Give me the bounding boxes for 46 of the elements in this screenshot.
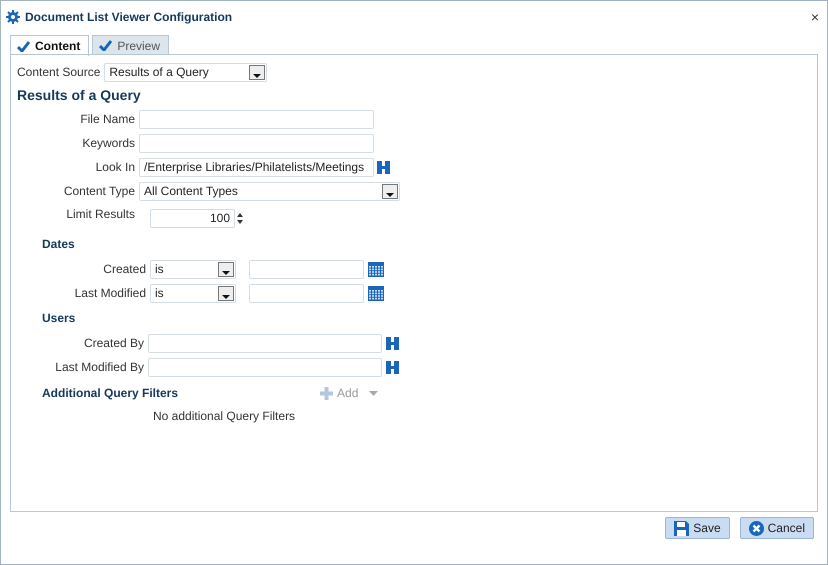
- text-field[interactable]: [139, 134, 374, 152]
- binoculars-icon: [385, 360, 400, 374]
- gear-icon: [6, 10, 21, 24]
- field-label: Last Modified By: [54, 359, 145, 376]
- field-label: Look In: [94, 159, 136, 176]
- field-label: Content Type: [62, 183, 136, 200]
- check-icon: [99, 40, 112, 51]
- text-field[interactable]: /Enterprise Libraries/Philatelists/Meetings: [139, 158, 374, 176]
- binoculars-icon: [376, 160, 391, 174]
- save-button[interactable]: Save: [665, 517, 730, 539]
- number-field[interactable]: 100: [150, 208, 235, 228]
- section-heading: Dates: [41, 236, 76, 253]
- section-title: Results of a Query: [17, 86, 142, 105]
- section-heading: Users: [41, 310, 76, 327]
- field-label: Created By: [82, 335, 145, 352]
- field-label: Created: [102, 261, 147, 278]
- section-heading: Additional Query Filters: [42, 385, 178, 402]
- cancel-button[interactable]: Cancel: [740, 517, 814, 539]
- close-button[interactable]: ×: [810, 10, 819, 24]
- text-field[interactable]: [139, 110, 374, 128]
- content-type-dropdown[interactable]: All Content Types: [139, 182, 400, 200]
- tab[interactable]: Content: [10, 35, 90, 56]
- date-field[interactable]: [249, 284, 364, 302]
- empty-message: No additional Query Filters: [152, 408, 296, 425]
- spinner-down-icon: [236, 218, 244, 224]
- tab[interactable]: Preview: [92, 35, 170, 55]
- text-field[interactable]: [148, 358, 382, 376]
- operator-dropdown[interactable]: is: [150, 260, 236, 278]
- date-field[interactable]: [249, 260, 364, 278]
- binoculars-icon: [385, 336, 400, 350]
- field-label: Last Modified: [74, 285, 147, 302]
- content-source-dropdown[interactable]: Results of a Query: [104, 62, 268, 82]
- text-field[interactable]: [148, 334, 382, 352]
- close-icon: [748, 520, 764, 536]
- calendar-icon: [368, 262, 384, 276]
- check-icon: [17, 40, 30, 52]
- calendar-icon: [368, 286, 384, 300]
- plus-icon: [320, 386, 334, 400]
- field-label: Content Source: [17, 64, 102, 81]
- field-label: File Name: [79, 111, 136, 128]
- field-label: Limit Results: [65, 206, 136, 223]
- spinner-up-icon: [236, 212, 244, 218]
- operator-dropdown[interactable]: is: [150, 284, 236, 302]
- caret-icon: [369, 390, 378, 396]
- field-label: Keywords: [81, 135, 136, 152]
- window-title: Document List Viewer Configuration: [25, 9, 232, 26]
